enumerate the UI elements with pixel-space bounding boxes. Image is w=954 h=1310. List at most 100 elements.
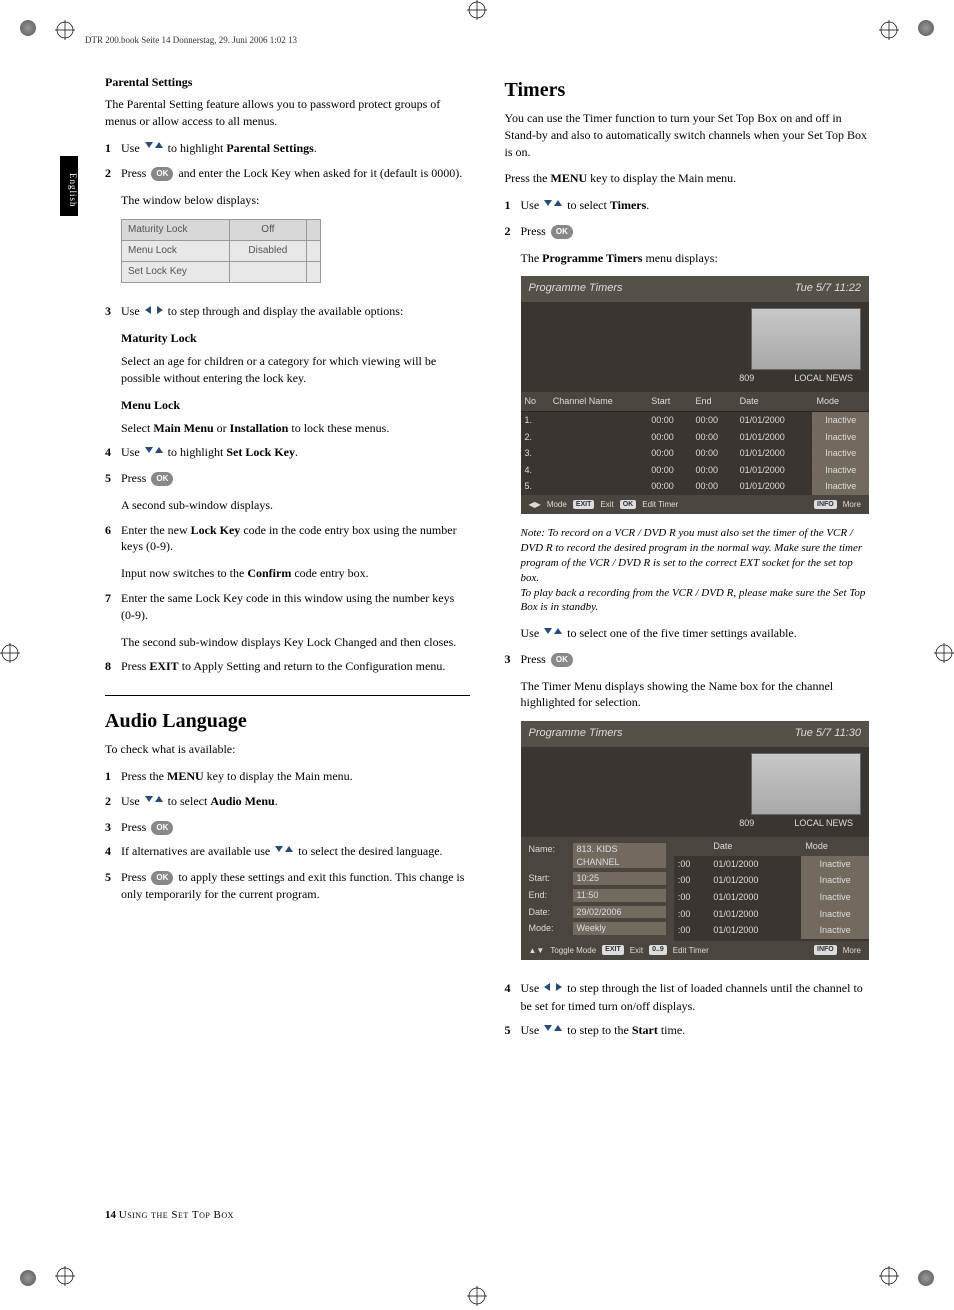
table-row: 5.00:0000:0001/01/2000Inactive	[521, 478, 870, 495]
ss-footer: ▲▼ Toggle Mode EXIT Exit 0..9 Edit Timer…	[521, 941, 870, 960]
page-footer: 14 Using the Set Top Box	[105, 1209, 234, 1221]
step-text: A second sub-window displays.	[121, 497, 470, 514]
crop-mark-icon	[467, 0, 487, 20]
step-text: Enter the same Lock Key code in this win…	[121, 590, 470, 624]
ss-preview-image	[751, 308, 861, 370]
step-number: 1	[105, 768, 121, 785]
ss-title: Programme Timers	[529, 281, 623, 296]
audio-heading: Audio Language	[105, 710, 470, 733]
crop-mark-icon	[55, 20, 75, 40]
step-text: Press OK and enter the Lock Key when ask…	[121, 165, 470, 182]
step-text: Press OK	[521, 651, 870, 668]
table-cell: Off	[229, 219, 306, 240]
table-cell	[307, 219, 321, 240]
maturity-lock-text: Select an age for children or a category…	[121, 353, 470, 387]
step-text: Enter the new Lock Key code in the code …	[121, 522, 470, 556]
table-cell: Set Lock Key	[122, 261, 230, 282]
step-text: Use to step through the list of loaded c…	[521, 980, 870, 1014]
step-text: Press OK to apply these settings and exi…	[121, 869, 470, 903]
table-row: 4.00:0000:0001/01/2000Inactive	[521, 462, 870, 479]
step-number: 6	[105, 522, 121, 582]
step-number: 1	[505, 197, 521, 215]
up-down-icon	[145, 140, 163, 157]
ss-channel-number: 809	[739, 372, 754, 385]
page-content: Parental Settings The Parental Setting f…	[105, 75, 869, 1231]
table-row: :0001/01/2000Inactive	[674, 872, 869, 889]
timers-intro: You can use the Timer function to turn y…	[505, 110, 870, 160]
timer-note: Note: To record on a VCR / DVD R you mus…	[521, 526, 870, 615]
ok-button-icon: OK	[551, 225, 573, 239]
programme-timers-screenshot-2: Programme TimersTue 5/7 11:30 809LOCAL N…	[521, 721, 870, 960]
timers-press-menu: Press the MENU key to display the Main m…	[505, 170, 870, 187]
step-text: Use to highlight Set Lock Key.	[121, 444, 470, 462]
left-column: Parental Settings The Parental Setting f…	[105, 75, 470, 1231]
ss-datetime: Tue 5/7 11:22	[795, 281, 861, 296]
step-text: Use to step to the Start time.	[521, 1022, 870, 1040]
step-number: 7	[105, 590, 121, 650]
crop-mark-icon	[467, 1286, 487, 1306]
step-text: Input now switches to the Confirm code e…	[121, 565, 470, 582]
step-number: 4	[505, 980, 521, 1014]
step-text: The Programme Timers menu displays:	[521, 250, 870, 267]
ok-button-icon: OK	[151, 167, 173, 181]
step-number: 5	[105, 869, 121, 903]
step-number: 4	[105, 444, 121, 462]
crop-dot	[918, 1270, 934, 1286]
table-row: 1.00:0000:0001/01/2000Inactive	[521, 412, 870, 429]
crop-mark-icon	[934, 643, 954, 663]
step-text: Use to step through and display the avai…	[121, 303, 470, 321]
audio-steps: 1Press the MENU key to display the Main …	[105, 768, 470, 902]
step-text: Use to select Audio Menu.	[121, 793, 470, 811]
step-number: 2	[105, 165, 121, 295]
ss-preview-image	[751, 753, 861, 815]
table-cell: Menu Lock	[122, 240, 230, 261]
parental-steps: 1 Use to highlight Parental Settings. 2 …	[105, 140, 470, 676]
table-cell	[307, 240, 321, 261]
step-number: 4	[105, 843, 121, 861]
ss-timer-detail: Name:813. KIDS CHANNEL Start:10:25 End:1…	[521, 837, 674, 941]
step-number: 5	[105, 470, 121, 514]
ok-button-icon: OK	[151, 821, 173, 835]
ss-channel-number: 809	[739, 817, 754, 830]
up-down-icon	[544, 1023, 562, 1040]
table-row: 3.00:0000:0001/01/2000Inactive	[521, 445, 870, 462]
ss-footer: ◀▶ Mode EXIT Exit OK Edit TimerINFO More	[521, 495, 870, 514]
timers-steps: 1Use to select Timers. 2 Press OK The Pr…	[505, 197, 870, 1040]
table-row: :0001/01/2000Inactive	[674, 856, 869, 873]
step-text: Press OK	[121, 470, 470, 487]
print-header: DTR 200.book Seite 14 Donnerstag, 29. Ju…	[85, 35, 297, 45]
step-text: The Timer Menu displays showing the Name…	[521, 678, 870, 712]
audio-intro: To check what is available:	[105, 741, 470, 758]
ss-title: Programme Timers	[529, 726, 623, 741]
parental-heading: Parental Settings	[105, 75, 470, 90]
left-right-icon	[145, 304, 163, 321]
ss-channel-name: LOCAL NEWS	[794, 372, 853, 385]
ok-button-icon: OK	[151, 871, 173, 885]
crop-dot	[20, 1270, 36, 1286]
up-down-icon	[544, 198, 562, 215]
timers-heading: Timers	[505, 79, 870, 102]
crop-mark-icon	[0, 643, 20, 663]
step-number: 2	[505, 223, 521, 643]
step-text: Use to select Timers.	[521, 197, 870, 215]
step-text: If alternatives are available use to sel…	[121, 843, 470, 861]
table-row: 2.00:0000:0001/01/2000Inactive	[521, 429, 870, 446]
table-cell: Disabled	[229, 240, 306, 261]
left-right-icon	[544, 981, 562, 998]
crop-dot	[918, 20, 934, 36]
step-number: 2	[105, 793, 121, 811]
table-row: :0001/01/2000Inactive	[674, 922, 869, 939]
ok-button-icon: OK	[551, 653, 573, 667]
step-text: Press OK	[521, 223, 870, 240]
step-number: 3	[105, 303, 121, 437]
crop-dot	[20, 20, 36, 36]
right-column: Timers You can use the Timer function to…	[505, 75, 870, 1231]
maturity-lock-heading: Maturity Lock	[121, 330, 470, 347]
step-text: The window below displays:	[121, 192, 470, 209]
up-down-icon	[145, 445, 163, 462]
step-number: 1	[105, 140, 121, 158]
up-down-icon	[145, 794, 163, 811]
step-text: Use to select one of the five timer sett…	[521, 625, 870, 643]
up-down-icon	[275, 844, 293, 861]
step-number: 3	[105, 819, 121, 836]
